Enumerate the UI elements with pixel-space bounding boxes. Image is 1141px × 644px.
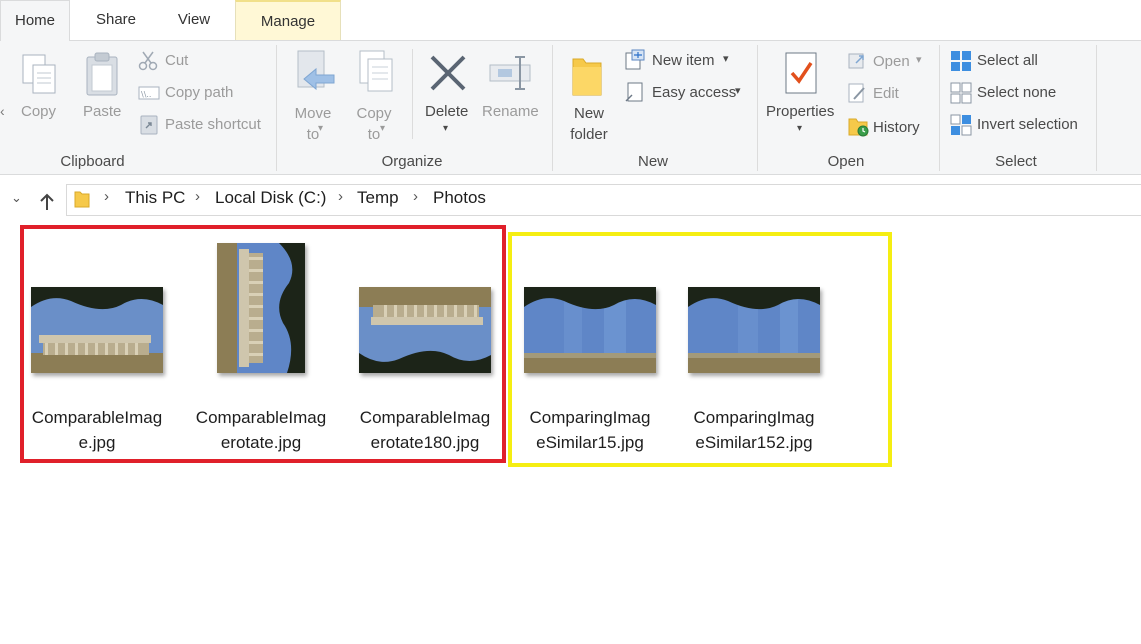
file-thumbnail — [359, 287, 491, 373]
open-group-label: Open — [827, 153, 865, 170]
properties-button[interactable]: Properties — [766, 103, 834, 120]
select-all-icon — [951, 51, 971, 71]
delete-icon — [430, 55, 466, 91]
copy-to-icon — [359, 50, 393, 92]
file-thumbnail — [524, 287, 656, 373]
breadcrumb-temp[interactable]: Temp — [357, 188, 399, 208]
file-item[interactable]: ComparableImag e.jpg — [22, 240, 172, 452]
select-none-icon — [950, 82, 972, 104]
rename-button[interactable]: Rename — [482, 103, 539, 120]
tab-share-label: Share — [95, 11, 137, 28]
new-folder-button[interactable]: New folder — [566, 103, 612, 145]
select-group-label: Select — [995, 153, 1037, 170]
new-group-label: New — [637, 153, 668, 170]
copy-path-icon: \\.. — [138, 86, 160, 100]
copy-icon — [22, 54, 56, 94]
cut-button[interactable]: Cut — [165, 52, 188, 69]
invert-selection-icon — [950, 114, 972, 136]
invert-selection-button[interactable]: Invert selection — [977, 116, 1078, 133]
tab-view[interactable]: View — [158, 0, 230, 40]
file-thumbnail — [217, 243, 305, 373]
tab-manage[interactable]: Manage — [235, 0, 341, 40]
file-thumbnail — [688, 287, 820, 373]
tab-share[interactable]: Share — [76, 0, 156, 40]
folder-icon — [74, 191, 90, 208]
ribbon-separator — [939, 45, 940, 171]
properties-icon — [785, 52, 817, 94]
ribbon-separator — [552, 45, 553, 171]
move-to-dropdown-icon: ▾ — [318, 123, 324, 134]
open-dropdown-icon[interactable]: ▾ — [916, 53, 922, 66]
copy-to-button[interactable]: Copy to — [354, 103, 394, 145]
tab-manage-label: Manage — [260, 13, 316, 30]
file-thumbnail — [31, 287, 163, 373]
new-item-dropdown-icon[interactable]: ▾ — [723, 52, 729, 65]
edit-icon — [848, 83, 865, 103]
breadcrumb-separator-icon[interactable]: › — [338, 188, 343, 205]
ribbon-scroll-left-icon[interactable]: ‹ — [0, 103, 5, 119]
file-item[interactable]: ComparingImag eSimilar15.jpg — [515, 240, 665, 452]
copy-path-button[interactable]: Copy path — [165, 84, 233, 101]
file-name: ComparableImag erotate180.jpg — [359, 408, 491, 452]
paste-button[interactable]: Paste — [83, 103, 121, 120]
file-item[interactable]: ComparingImag eSimilar152.jpg — [679, 240, 829, 452]
recent-locations-chevron-down-icon[interactable]: ⌄ — [11, 190, 22, 206]
file-name: ComparableImag e.jpg — [31, 408, 163, 452]
ribbon-separator — [276, 45, 277, 171]
address-bar: ⌄ › This PC › Local Disk (C:) › Temp › P… — [0, 176, 1141, 220]
tab-home[interactable]: Home — [0, 0, 70, 41]
move-to-button[interactable]: Move to — [293, 103, 333, 145]
ribbon-separator — [757, 45, 758, 171]
easy-access-icon — [625, 82, 643, 102]
ribbon: ‹ Copy Paste Cut \\.. Copy path Paste sh… — [0, 40, 1141, 175]
paste-shortcut-icon — [140, 115, 158, 135]
file-list: ComparableImag e.jpg ComparableImag erot… — [0, 220, 1141, 644]
file-item[interactable]: ComparableImag erotate.jpg — [186, 240, 336, 452]
file-item[interactable]: ComparableImag erotate180.jpg — [350, 240, 500, 452]
copy-to-dropdown-icon: ▾ — [380, 123, 386, 134]
breadcrumb-this-pc[interactable]: This PC — [125, 188, 185, 208]
history-icon — [848, 118, 869, 137]
tab-home-label: Home — [14, 12, 55, 29]
organize-group-label: Organize — [381, 153, 443, 170]
select-all-button[interactable]: Select all — [977, 52, 1038, 69]
properties-dropdown-icon[interactable]: ▾ — [797, 123, 802, 134]
open-button[interactable]: Open — [873, 53, 910, 70]
open-icon — [848, 53, 864, 69]
move-to-icon — [297, 50, 335, 91]
history-button[interactable]: History — [873, 119, 920, 136]
copy-button[interactable]: Copy — [21, 103, 56, 120]
clipboard-group-label: Clipboard — [60, 153, 125, 170]
svg-text:\\..: \\.. — [141, 90, 151, 99]
paste-icon — [86, 52, 118, 96]
up-arrow-icon[interactable] — [38, 192, 56, 212]
tab-view-label: View — [177, 11, 211, 28]
new-item-icon — [625, 49, 645, 70]
breadcrumb-separator-icon[interactable]: › — [104, 188, 109, 205]
rename-icon — [489, 56, 531, 90]
ribbon-separator — [1096, 45, 1097, 171]
select-none-button[interactable]: Select none — [977, 84, 1056, 101]
cut-icon — [138, 51, 158, 71]
easy-access-button[interactable]: Easy access — [652, 84, 736, 101]
delete-button[interactable]: Delete — [425, 103, 468, 120]
easy-access-dropdown-icon[interactable]: ▾ — [735, 84, 741, 97]
breadcrumb-separator-icon[interactable]: › — [413, 188, 418, 205]
delete-dropdown-icon[interactable]: ▾ — [443, 123, 448, 134]
breadcrumb-local-disk[interactable]: Local Disk (C:) — [215, 188, 326, 208]
breadcrumb-separator-icon[interactable]: › — [195, 188, 200, 205]
ribbon-tab-bar: Home Share View Manage — [0, 0, 1141, 41]
file-name: ComparingImag eSimilar152.jpg — [693, 408, 815, 452]
organize-separator — [412, 49, 413, 139]
edit-button[interactable]: Edit — [873, 85, 899, 102]
new-folder-icon — [572, 58, 602, 96]
paste-shortcut-button[interactable]: Paste shortcut — [165, 116, 261, 133]
breadcrumb-photos[interactable]: Photos — [433, 188, 486, 208]
file-name: ComparingImag eSimilar15.jpg — [529, 408, 651, 452]
file-name: ComparableImag erotate.jpg — [195, 408, 327, 452]
new-item-button[interactable]: New item — [652, 52, 715, 69]
